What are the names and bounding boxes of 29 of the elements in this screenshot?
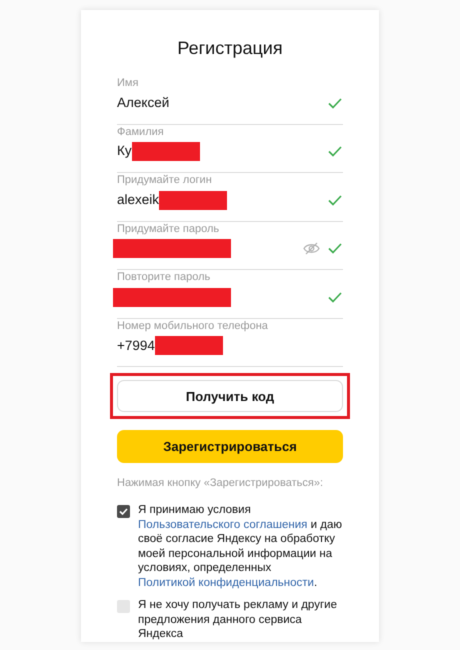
consent-note: Нажимая кнопку «Зарегистрироваться»:	[117, 476, 324, 491]
get-code-button[interactable]: Получить код	[117, 380, 343, 412]
field-value: Алексей	[117, 94, 170, 112]
checkmark-icon	[328, 292, 342, 303]
field-label: Придумайте пароль	[117, 222, 220, 236]
form-title: Регистрация	[176, 37, 284, 60]
checkbox[interactable]	[117, 600, 130, 614]
field-label: Придумайте логин	[117, 173, 212, 188]
register-button[interactable]: Зарегистрироваться	[117, 430, 343, 463]
checkmark-icon	[328, 146, 342, 158]
field-label: Повторите пароль	[117, 270, 210, 284]
field-label: Имя	[117, 76, 138, 90]
field-value: alexeik	[117, 190, 160, 209]
input-field[interactable]: Ку	[117, 138, 343, 165]
input-field[interactable]: Алексей	[117, 90, 343, 116]
input-field[interactable]: alexeik	[117, 187, 343, 214]
field-value: Ку	[117, 142, 132, 160]
checkbox-label: Я не хочу получать рекламу и другие предложения данного сервиса Яндекса	[138, 598, 338, 642]
link[interactable]: Политикой конфиденциальности	[138, 576, 314, 589]
checkmark-icon	[328, 194, 342, 206]
link[interactable]: Пользовательского соглашения	[138, 518, 308, 531]
field-label: Фамилия	[117, 124, 164, 139]
checkbox-label: Я принимаю условия Пользовательского соглашения и даю своё согласие Яндексу на обработку моей персональной информации на условиях, определенных Политикой конфиденциальности.	[138, 503, 343, 590]
field-value: +7994	[117, 336, 155, 355]
input-field[interactable]: +7994	[117, 332, 343, 359]
field-label: Номер мобильного телефона	[117, 318, 268, 333]
checkbox[interactable]	[117, 505, 130, 518]
checkmark-icon	[328, 243, 342, 254]
checkmark-icon	[328, 98, 342, 108]
